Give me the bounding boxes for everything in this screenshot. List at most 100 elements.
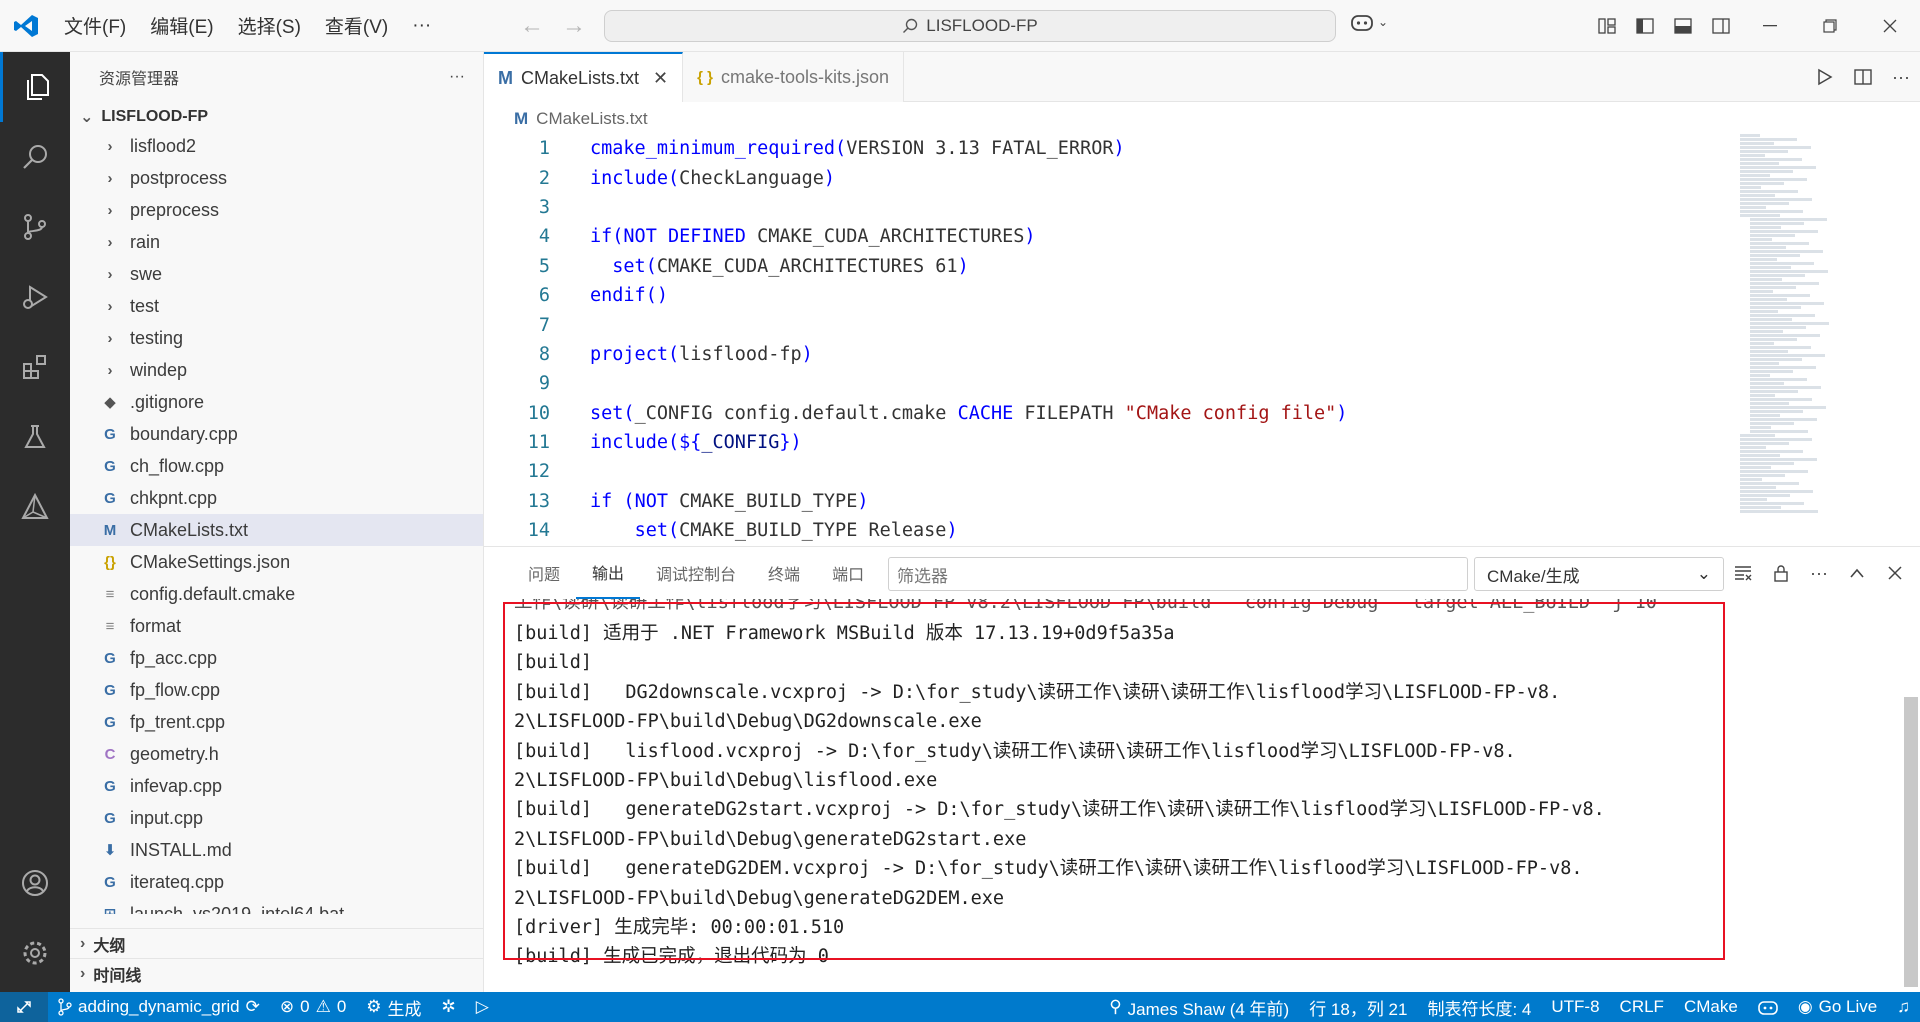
file-item[interactable]: ≡ format bbox=[70, 610, 483, 642]
panel-scrollbar[interactable] bbox=[1900, 547, 1920, 993]
run-debug-activity[interactable] bbox=[0, 262, 70, 332]
tree-item-label: windep bbox=[130, 359, 188, 380]
build-status[interactable]: ⚙ 生成 bbox=[356, 992, 431, 1022]
menu-view[interactable]: 查看(V) bbox=[313, 12, 400, 39]
more-actions-icon[interactable]: ··· bbox=[1800, 547, 1838, 599]
customize-layout-icon[interactable] bbox=[1588, 0, 1626, 52]
minimap-line bbox=[1750, 230, 1818, 233]
sync-icon[interactable]: ⟳ bbox=[246, 997, 260, 1017]
problems-status[interactable]: ⊗ 0 ⚠ 0 bbox=[270, 992, 356, 1022]
folder-item[interactable]: › rain bbox=[70, 226, 483, 258]
folder-item[interactable]: › preprocess bbox=[70, 194, 483, 226]
minimap-line bbox=[1750, 278, 1782, 281]
code-text: if (NOT CMAKE_BUILD_TYPE) bbox=[550, 491, 868, 512]
debug-button[interactable]: ✲ bbox=[432, 992, 466, 1022]
file-item[interactable]: {} CMakeSettings.json bbox=[70, 546, 483, 578]
split-editor-icon[interactable] bbox=[1844, 51, 1882, 103]
remote-indicator[interactable] bbox=[0, 992, 48, 1022]
folder-item[interactable]: › testing bbox=[70, 322, 483, 354]
file-item[interactable]: ⬇ INSTALL.md bbox=[70, 834, 483, 866]
git-blame-status[interactable]: ⚲ James Shaw (4 年前) bbox=[1099, 992, 1299, 1022]
tab-problems[interactable]: 问题 bbox=[512, 547, 576, 599]
menu-more[interactable]: ··· bbox=[400, 15, 443, 37]
run-icon[interactable] bbox=[1806, 51, 1844, 103]
clear-output-icon[interactable] bbox=[1724, 547, 1762, 599]
minimap-line bbox=[1740, 202, 1789, 205]
scrollbar-thumb[interactable] bbox=[1904, 697, 1918, 987]
file-item[interactable]: Giterateq.cpp bbox=[70, 866, 483, 898]
menu-file[interactable]: 文件(F) bbox=[52, 12, 138, 39]
file-item[interactable]: Gfp_trent.cpp bbox=[70, 706, 483, 738]
encoding[interactable]: UTF-8 bbox=[1541, 992, 1609, 1022]
branch-status[interactable]: adding_dynamic_grid ⟳ bbox=[48, 992, 270, 1022]
copilot-button[interactable]: ⌄ bbox=[1350, 12, 1388, 32]
minimap-line bbox=[1750, 302, 1824, 305]
forward-arrow-icon[interactable]: → bbox=[562, 12, 586, 40]
search-activity[interactable] bbox=[0, 122, 70, 192]
folder-item[interactable]: › swe bbox=[70, 258, 483, 290]
file-item[interactable]: Ginfevap.cpp bbox=[70, 770, 483, 802]
more-actions-icon[interactable]: ··· bbox=[449, 68, 465, 86]
cursor-position[interactable]: 行 18，列 21 bbox=[1299, 992, 1417, 1022]
toggle-secondary-sidebar-icon[interactable] bbox=[1702, 0, 1740, 52]
cmake-activity[interactable] bbox=[0, 472, 70, 542]
close-window-icon[interactable] bbox=[1860, 0, 1920, 52]
outline-section[interactable]: › 大纲 bbox=[70, 928, 483, 958]
restore-icon[interactable] bbox=[1800, 0, 1860, 52]
minimap[interactable] bbox=[1740, 134, 1840, 546]
tab-output[interactable]: 输出 bbox=[576, 547, 641, 599]
tab-cmake-tools-kits[interactable]: { } cmake-tools-kits.json bbox=[683, 52, 905, 102]
file-item[interactable]: Ginput.cpp bbox=[70, 802, 483, 834]
indentation[interactable]: 制表符长度: 4 bbox=[1417, 992, 1541, 1022]
lock-icon[interactable] bbox=[1762, 547, 1800, 599]
file-item[interactable]: Gfp_acc.cpp bbox=[70, 642, 483, 674]
more-actions-icon[interactable]: ··· bbox=[1882, 51, 1920, 103]
source-control-activity[interactable] bbox=[0, 192, 70, 262]
tab-ports[interactable]: 端口 bbox=[816, 547, 880, 599]
timeline-section[interactable]: › 时间线 bbox=[70, 958, 483, 988]
file-item[interactable]: Gboundary.cpp bbox=[70, 418, 483, 450]
maximize-panel-icon[interactable] bbox=[1838, 547, 1876, 599]
minimize-icon[interactable] bbox=[1740, 0, 1800, 52]
tab-terminal[interactable]: 终端 bbox=[752, 547, 816, 599]
breadcrumb-item[interactable]: CMakeLists.txt bbox=[536, 109, 647, 129]
file-item[interactable]: ≡ config.default.cmake bbox=[70, 578, 483, 610]
go-live-button[interactable]: ◉ Go Live bbox=[1788, 992, 1887, 1022]
command-center[interactable]: LISFLOOD-FP bbox=[604, 10, 1336, 42]
minimap-line bbox=[1740, 442, 1789, 445]
extensions-activity[interactable] bbox=[0, 332, 70, 402]
file-item[interactable]: M CMakeLists.txt bbox=[70, 514, 483, 546]
folder-item[interactable]: › test bbox=[70, 290, 483, 322]
accounts-activity[interactable] bbox=[0, 848, 70, 918]
menu-edit[interactable]: 编辑(E) bbox=[138, 12, 225, 39]
end-of-line[interactable]: CRLF bbox=[1610, 992, 1674, 1022]
explorer-activity[interactable] bbox=[0, 52, 70, 122]
toggle-sidebar-icon[interactable] bbox=[1626, 0, 1664, 52]
file-item[interactable]: ⊞ launch_vs2019_intel64.bat bbox=[70, 898, 483, 915]
toggle-panel-icon[interactable] bbox=[1664, 0, 1702, 52]
file-item[interactable]: Gfp_flow.cpp bbox=[70, 674, 483, 706]
copilot-status[interactable] bbox=[1748, 992, 1788, 1022]
folder-item[interactable]: › windep bbox=[70, 354, 483, 386]
menu-selection[interactable]: 选择(S) bbox=[226, 12, 313, 39]
output-filter-input[interactable]: 筛选器 bbox=[888, 557, 1468, 591]
tab-cmakelists[interactable]: M CMakeLists.txt ✕ bbox=[484, 52, 684, 102]
minimap-line bbox=[1750, 258, 1777, 261]
notifications-icon[interactable]: ♫ bbox=[1887, 992, 1920, 1022]
folder-item[interactable]: › lisflood2 bbox=[70, 130, 483, 162]
language-mode[interactable]: CMake bbox=[1674, 992, 1748, 1022]
file-item[interactable]: ◆ .gitignore bbox=[70, 386, 483, 418]
launch-button[interactable]: ▷ bbox=[466, 992, 499, 1022]
folder-item[interactable]: › postprocess bbox=[70, 162, 483, 194]
close-tab-icon[interactable]: ✕ bbox=[653, 68, 668, 89]
tab-debug-console[interactable]: 调试控制台 bbox=[640, 547, 752, 599]
code-editor[interactable]: 1 cmake_minimum_required(VERSION 3.13 FAT… bbox=[484, 134, 1920, 546]
manage-activity[interactable] bbox=[0, 918, 70, 988]
back-arrow-icon[interactable]: ← bbox=[520, 12, 544, 40]
file-item[interactable]: Gch_flow.cpp bbox=[70, 450, 483, 482]
file-item[interactable]: Gchkpnt.cpp bbox=[70, 482, 483, 514]
testing-activity[interactable] bbox=[0, 402, 70, 472]
output-channel-select[interactable]: CMake/生成 ⌄ bbox=[1474, 557, 1724, 591]
file-item[interactable]: Cgeometry.h bbox=[70, 738, 483, 770]
workspace-root[interactable]: ⌄ LISFLOOD-FP bbox=[70, 102, 483, 132]
